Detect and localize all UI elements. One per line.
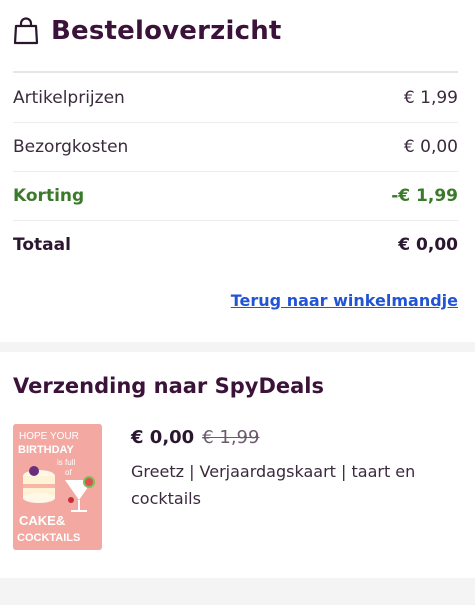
row-value: € 1,99: [403, 88, 458, 108]
image-text-line: BIRTHDAY: [18, 444, 74, 456]
product-image[interactable]: HOPE YOUR BIRTHDAY is full of CAKE& COCK…: [13, 424, 102, 550]
product-name[interactable]: Greetz | Verjaardagskaart | taart en coc…: [131, 458, 461, 512]
image-text-line: is full: [57, 458, 75, 467]
image-text-line: of: [65, 468, 72, 477]
row-shipping-costs: Bezorgkosten € 0,00: [13, 123, 458, 172]
divider: [13, 71, 458, 73]
order-summary-card: Besteloverzicht Artikelprijzen € 1,99 Be…: [0, 0, 475, 342]
row-discount: Korting -€ 1,99: [13, 172, 458, 221]
shopping-bag-icon: [13, 17, 39, 45]
price-current: € 0,00: [131, 427, 195, 448]
row-value: € 0,00: [403, 137, 458, 157]
row-value: -€ 1,99: [391, 186, 458, 206]
row-total: Totaal € 0,00: [13, 221, 458, 269]
row-value: € 0,00: [398, 235, 458, 255]
image-text-line: CAKE&: [19, 513, 65, 528]
row-label: Totaal: [13, 235, 71, 255]
image-text-line: COCKTAILS: [17, 532, 80, 544]
row-label: Korting: [13, 186, 85, 206]
product-price: € 0,00 € 1,99: [131, 427, 259, 448]
summary-header: Besteloverzicht: [13, 16, 282, 46]
page-title: Besteloverzicht: [51, 16, 282, 46]
back-to-cart-link[interactable]: Terug naar winkelmandje: [231, 291, 458, 310]
price-original: € 1,99: [202, 427, 260, 448]
image-text-line: HOPE YOUR: [19, 431, 79, 442]
shipping-title: Verzending naar SpyDeals: [13, 374, 324, 398]
row-label: Artikelprijzen: [13, 88, 125, 108]
row-item-prices: Artikelprijzen € 1,99: [13, 74, 458, 123]
row-label: Bezorgkosten: [13, 137, 129, 157]
